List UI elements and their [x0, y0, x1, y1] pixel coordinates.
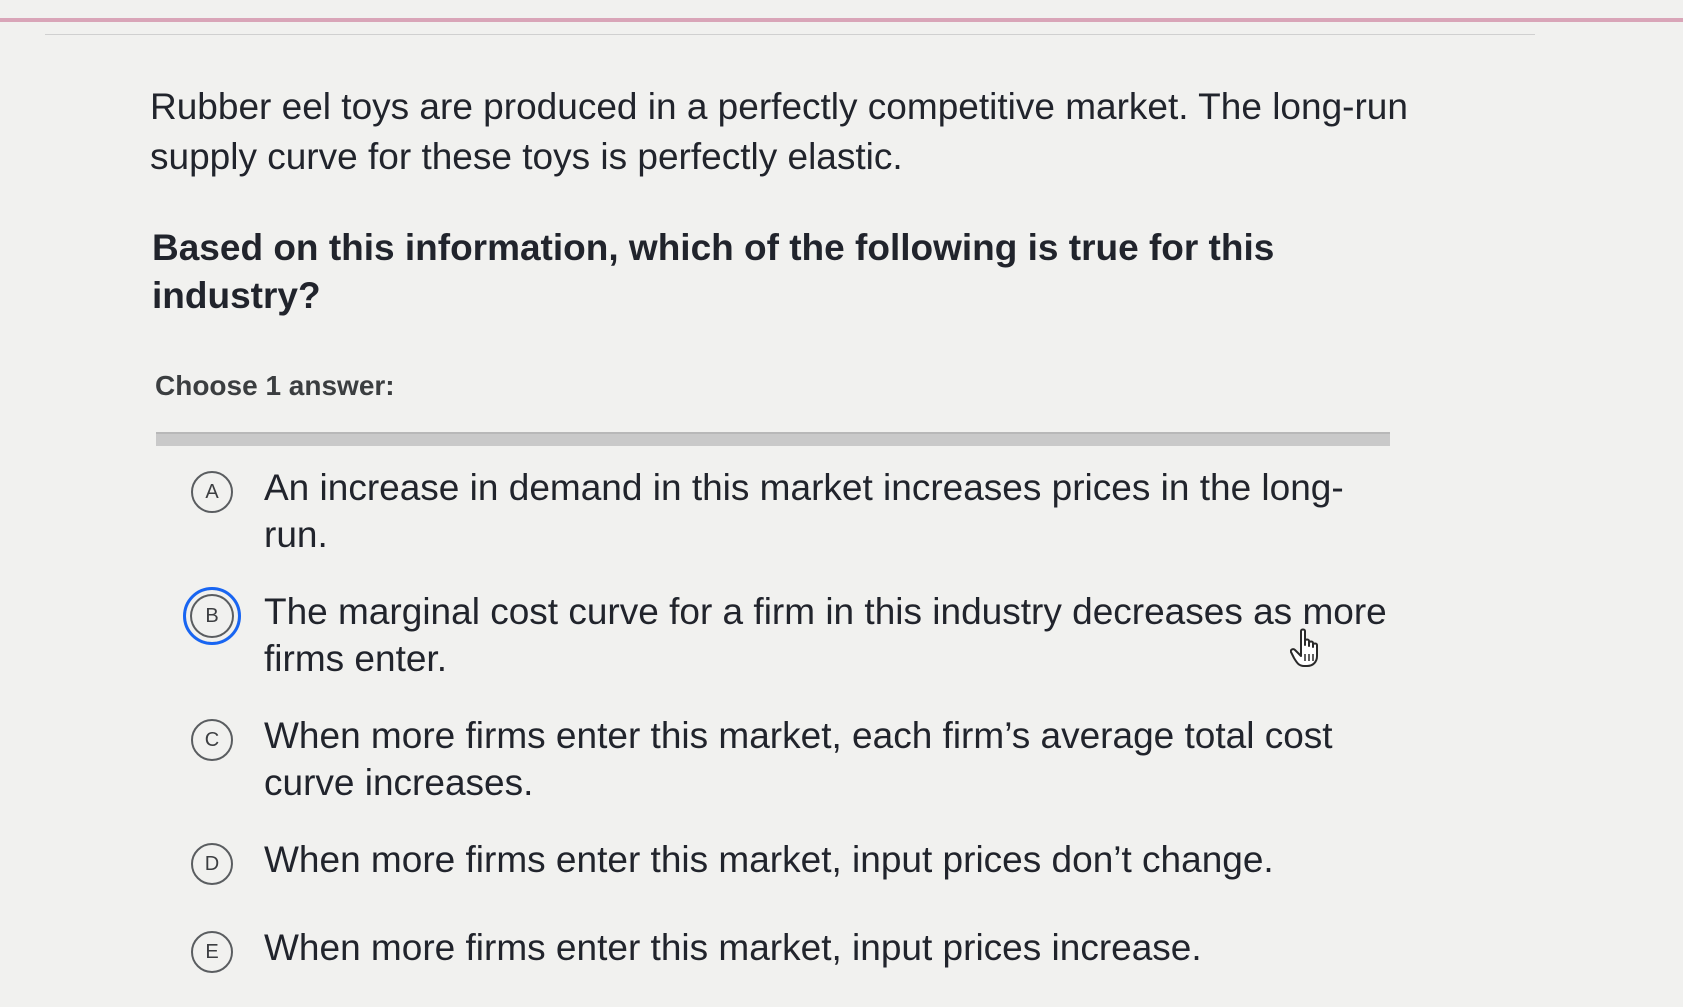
question-stem: Rubber eel toys are produced in a perfec…: [150, 86, 1408, 177]
choice-d-letter: D: [191, 843, 233, 885]
choice-b-letter: B: [183, 587, 241, 645]
choice-a-letter: A: [191, 471, 233, 513]
choice-a-radio[interactable]: A: [182, 462, 242, 522]
choice-c[interactable]: C When more firms enter this market, eac…: [182, 712, 1410, 806]
question-prompt: Based on this information, which of the …: [152, 227, 1275, 316]
choice-a[interactable]: A An increase in demand in this market i…: [182, 464, 1410, 558]
choose-label: Choose 1 answer:: [155, 370, 395, 401]
choice-c-letter: C: [191, 719, 233, 761]
hand-pointer-icon: [1290, 628, 1318, 667]
top-accent-rule: [0, 18, 1683, 22]
choice-d-radio[interactable]: D: [182, 834, 242, 894]
answer-choices: A An increase in demand in this market i…: [150, 464, 1410, 982]
choice-e-letter: E: [191, 931, 233, 973]
choice-b-radio[interactable]: B: [182, 586, 242, 646]
choice-c-text: When more firms enter this market, each …: [264, 715, 1333, 803]
choice-b-text: The marginal cost curve for a firm in th…: [264, 591, 1387, 679]
choice-e[interactable]: E When more firms enter this market, inp…: [182, 924, 1410, 982]
choices-divider: [156, 432, 1390, 446]
choice-e-text: When more firms enter this market, input…: [264, 927, 1202, 968]
choice-d[interactable]: D When more firms enter this market, inp…: [182, 836, 1410, 894]
choice-d-text: When more firms enter this market, input…: [264, 839, 1274, 880]
choice-c-radio[interactable]: C: [182, 710, 242, 770]
choice-a-text: An increase in demand in this market inc…: [264, 467, 1344, 555]
choice-e-radio[interactable]: E: [182, 922, 242, 982]
choice-b[interactable]: B The marginal cost curve for a firm in …: [182, 586, 1410, 682]
top-divider: [45, 34, 1535, 35]
exercise-panel: Rubber eel toys are produced in a perfec…: [150, 82, 1410, 982]
